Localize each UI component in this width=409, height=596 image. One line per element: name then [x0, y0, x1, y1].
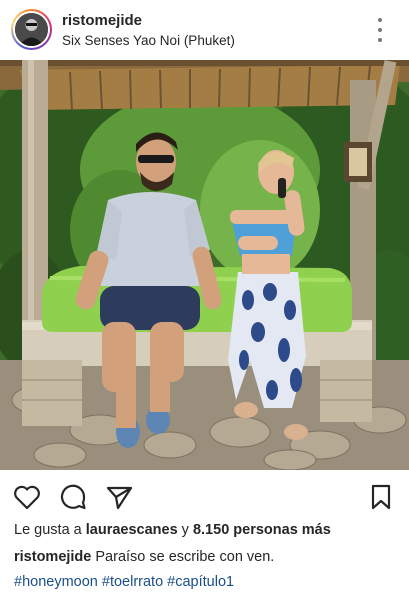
post-username[interactable]: ristomejide: [62, 12, 142, 29]
hashtag-link[interactable]: #toelrrato: [102, 574, 163, 590]
bookmark-icon[interactable]: [366, 482, 396, 512]
hashtag-link[interactable]: #capítulo1: [167, 574, 234, 590]
post-actions: [0, 478, 409, 514]
likes-summary[interactable]: Le gusta a lauraescanes y 8.150 personas…: [14, 522, 331, 538]
liker-username[interactable]: lauraescanes: [86, 522, 178, 538]
send-icon[interactable]: [104, 482, 134, 512]
comment-icon[interactable]: [58, 482, 88, 512]
post-location[interactable]: Six Senses Yao Noi (Phuket): [62, 33, 235, 48]
post-caption: ristomejide Paraíso se escribe con ven.: [14, 549, 274, 565]
hashtag-link[interactable]: #honeymoon: [14, 574, 98, 590]
heart-icon[interactable]: [12, 482, 42, 512]
more-options-icon[interactable]: [372, 18, 388, 42]
caption-username[interactable]: ristomejide: [14, 549, 91, 565]
post-header: ristomejide Six Senses Yao Noi (Phuket): [0, 0, 409, 60]
likes-count[interactable]: 8.150 personas más: [193, 522, 331, 538]
likes-middle: y: [177, 522, 193, 538]
hashtags: #honeymoon #toelrrato #capítulo1: [14, 574, 234, 590]
avatar[interactable]: [11, 9, 52, 50]
likes-prefix: Le gusta a: [14, 522, 86, 538]
caption-text: Paraíso se escribe con ven.: [95, 549, 275, 565]
avatar-photo: [15, 13, 48, 46]
post-photo[interactable]: [0, 60, 409, 470]
